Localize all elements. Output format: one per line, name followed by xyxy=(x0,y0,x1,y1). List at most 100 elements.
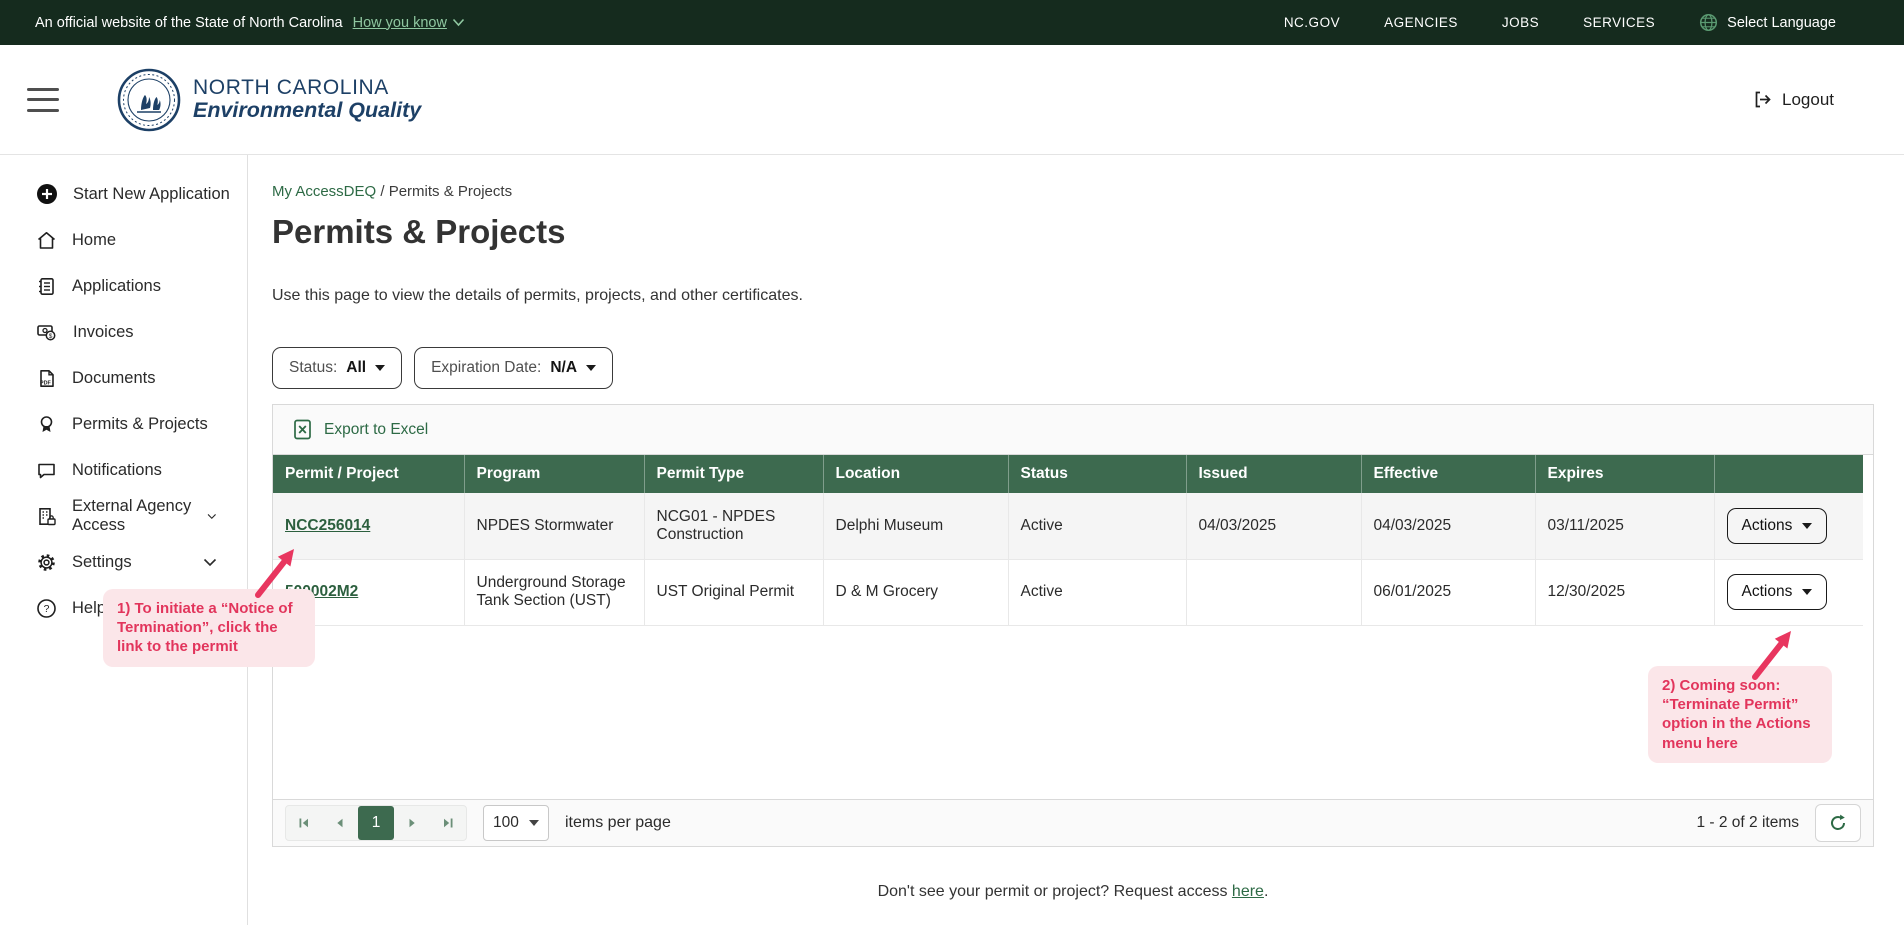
how-you-know-link[interactable]: How you know xyxy=(353,15,465,31)
pager-last-page-button[interactable] xyxy=(430,806,466,840)
breadcrumb-current: Permits & Projects xyxy=(389,183,512,200)
pager-current-page[interactable]: 1 xyxy=(358,806,394,840)
excel-file-icon xyxy=(293,419,312,440)
chevron-down-icon xyxy=(586,365,596,371)
sidebar-item-permits-projects[interactable]: Permits & Projects xyxy=(0,401,247,447)
sidebar-item-documents[interactable]: PDF Documents xyxy=(0,355,247,401)
cell-status: Active xyxy=(1008,493,1186,559)
menu-hamburger-icon[interactable] xyxy=(27,88,59,112)
nav-link-ncgov[interactable]: NC.GOV xyxy=(1284,15,1340,30)
cell-expires: 12/30/2025 xyxy=(1535,559,1714,625)
cell-program: Underground Storage Tank Section (UST) xyxy=(464,559,644,625)
table-row: NCC256014 NPDES Stormwater NCG01 - NPDES… xyxy=(273,493,1863,559)
page-description: Use this page to view the details of per… xyxy=(272,287,1874,305)
sidebar-item-start-new-application[interactable]: Start New Application xyxy=(0,171,247,217)
svg-text:?: ? xyxy=(44,603,50,615)
cell-program: NPDES Stormwater xyxy=(464,493,644,559)
first-page-icon xyxy=(297,816,311,830)
sidebar-item-settings[interactable]: Settings xyxy=(0,539,247,585)
grid-header-row: Permit / Project Program Permit Type Loc… xyxy=(273,455,1863,493)
award-icon xyxy=(36,414,57,435)
nc-state-seal-icon xyxy=(117,68,181,132)
column-header-permit-type[interactable]: Permit Type xyxy=(644,455,823,493)
breadcrumb-my-accessdeq-link[interactable]: My AccessDEQ xyxy=(272,183,376,200)
pager: 1 100 items per page 1 - 2 of 2 items xyxy=(273,799,1873,846)
nav-link-agencies[interactable]: AGENCIES xyxy=(1384,15,1458,30)
permits-grid: Export to Excel Permit / Project Program… xyxy=(272,404,1874,847)
cell-effective: 06/01/2025 xyxy=(1361,559,1535,625)
deq-logo[interactable]: NORTH CAROLINA Environmental Quality xyxy=(117,68,421,132)
nav-link-jobs[interactable]: JOBS xyxy=(1502,15,1539,30)
pdf-document-icon: PDF xyxy=(36,368,57,389)
question-circle-icon: ? xyxy=(36,598,57,619)
building-lock-icon xyxy=(36,506,57,527)
sidebar-item-applications[interactable]: Applications xyxy=(0,263,247,309)
refresh-button[interactable] xyxy=(1815,804,1861,842)
select-language[interactable]: Select Language xyxy=(1699,13,1836,32)
cell-location: D & M Grocery xyxy=(823,559,1008,625)
cell-issued xyxy=(1186,559,1361,625)
plus-circle-icon xyxy=(36,183,58,205)
request-access-note: Don't see your permit or project? Reques… xyxy=(272,883,1874,901)
pager-range-label: 1 - 2 of 2 items xyxy=(1696,814,1799,832)
gear-icon xyxy=(36,552,57,573)
request-access-here-link[interactable]: here xyxy=(1232,883,1264,900)
sidebar-item-external-agency-access[interactable]: External Agency Access xyxy=(0,493,247,539)
cell-permit-type: UST Original Permit xyxy=(644,559,823,625)
last-page-icon xyxy=(441,816,455,830)
pager-previous-page-button[interactable] xyxy=(322,806,358,840)
cell-permit-type: NCG01 - NPDES Construction xyxy=(644,493,823,559)
chevron-down-icon xyxy=(207,512,217,521)
chevron-down-icon xyxy=(203,558,217,567)
speech-bubble-icon xyxy=(36,460,57,481)
column-header-expires[interactable]: Expires xyxy=(1535,455,1714,493)
export-to-excel-button[interactable]: Export to Excel xyxy=(293,419,428,440)
annotation-arrow-1 xyxy=(248,537,308,601)
column-header-program[interactable]: Program xyxy=(464,455,644,493)
chevron-down-icon xyxy=(1802,523,1812,529)
cell-status: Active xyxy=(1008,559,1186,625)
column-header-effective[interactable]: Effective xyxy=(1361,455,1535,493)
cell-effective: 04/03/2025 xyxy=(1361,493,1535,559)
home-icon xyxy=(36,230,57,251)
cell-expires: 03/11/2025 xyxy=(1535,493,1714,559)
permit-link-ncc256014[interactable]: NCC256014 xyxy=(285,517,370,534)
cell-issued: 04/03/2025 xyxy=(1186,493,1361,559)
page: An official website of the State of Nort… xyxy=(0,0,1904,925)
pager-next-page-button[interactable] xyxy=(394,806,430,840)
sidebar-item-home[interactable]: Home xyxy=(0,217,247,263)
breadcrumb-separator: / xyxy=(380,183,388,200)
refresh-icon xyxy=(1828,813,1848,833)
main-content: My AccessDEQ / Permits & Projects Permit… xyxy=(248,155,1904,925)
actions-dropdown-button[interactable]: Actions xyxy=(1727,508,1828,544)
nav-link-services[interactable]: SERVICES xyxy=(1583,15,1655,30)
page-size-select[interactable]: 100 xyxy=(483,805,549,841)
official-text: An official website of the State of Nort… xyxy=(35,15,343,31)
column-header-actions xyxy=(1714,455,1863,493)
pager-first-page-button[interactable] xyxy=(286,806,322,840)
official-bar: An official website of the State of Nort… xyxy=(0,0,1904,45)
status-filter-dropdown[interactable]: Status: All xyxy=(272,347,402,389)
logout-button[interactable]: Logout xyxy=(1752,89,1834,110)
items-per-page-label: items per page xyxy=(565,814,671,832)
next-page-icon xyxy=(405,816,419,830)
actions-dropdown-button[interactable]: Actions xyxy=(1727,574,1828,610)
filter-bar: Status: All Expiration Date: N/A xyxy=(272,347,1874,389)
site-header: NORTH CAROLINA Environmental Quality Log… xyxy=(0,45,1904,155)
logout-icon xyxy=(1752,89,1773,110)
applications-icon xyxy=(36,276,57,297)
annotation-arrow-2 xyxy=(1745,619,1805,683)
sidebar-item-invoices[interactable]: $ Invoices xyxy=(0,309,247,355)
column-header-location[interactable]: Location xyxy=(823,455,1008,493)
column-header-status[interactable]: Status xyxy=(1008,455,1186,493)
invoices-icon: $ xyxy=(36,321,58,343)
sidebar-item-notifications[interactable]: Notifications xyxy=(0,447,247,493)
column-header-issued[interactable]: Issued xyxy=(1186,455,1361,493)
expiration-date-filter-dropdown[interactable]: Expiration Date: N/A xyxy=(414,347,613,389)
breadcrumb: My AccessDEQ / Permits & Projects xyxy=(272,183,1874,200)
chevron-down-icon xyxy=(375,365,385,371)
column-header-permit-project[interactable]: Permit / Project xyxy=(273,455,464,493)
cell-location: Delphi Museum xyxy=(823,493,1008,559)
chevron-down-icon xyxy=(1802,589,1812,595)
page-title: Permits & Projects xyxy=(272,213,1874,251)
